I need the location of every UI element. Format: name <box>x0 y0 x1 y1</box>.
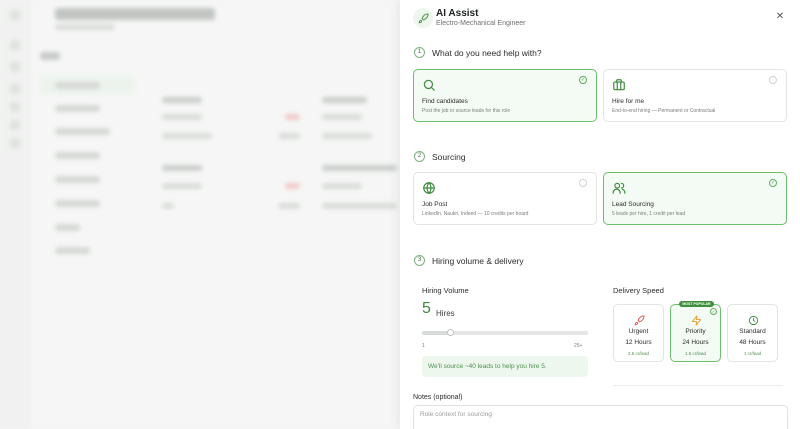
speed-hours: 48 Hours <box>739 339 766 346</box>
speed-option-urgent[interactable]: Urgent 12 Hours 2.5 cr/lead <box>613 304 664 362</box>
option-job-post[interactable]: Job Post LinkedIn, Naukri, Indeed — 10 c… <box>413 172 597 225</box>
zap-icon <box>691 313 702 326</box>
option-hire-for-me[interactable]: Hire for me End-to-end hiring — Permanen… <box>603 69 787 122</box>
sourcing-estimate-note: We'll source ~40 leads to help you hire … <box>422 356 588 377</box>
speed-option-priority[interactable]: MOST POPULAR ✓ Priority 24 Hours 1.5 cr/… <box>670 301 721 362</box>
search-icon <box>422 78 436 92</box>
briefcase-icon <box>612 78 626 92</box>
slider-handle[interactable] <box>446 329 454 336</box>
option-find-candidates[interactable]: Find candidates Post the job or source l… <box>413 69 597 122</box>
step-number: 3 <box>414 255 425 266</box>
delivery-speed-label: Delivery Speed <box>613 286 664 295</box>
step-3-header: 3 Hiring volume & delivery <box>414 255 524 266</box>
check-icon: ✓ <box>769 179 777 187</box>
step-2-header: 2 Sourcing <box>414 151 466 162</box>
ai-assist-panel: AI Assist Electro-Mechanical Engineer ✕ … <box>400 0 800 429</box>
option-lead-sourcing[interactable]: Lead Sourcing 5 leads per hire, 1 credit… <box>603 172 787 225</box>
close-icon[interactable]: ✕ <box>774 11 786 23</box>
speed-credits: 1 cr/lead <box>743 351 762 356</box>
step-label: Sourcing <box>432 151 466 162</box>
step-1-header: 1 What do you need help with? <box>414 47 542 58</box>
background-rail <box>0 0 30 429</box>
rocket-icon <box>634 313 645 326</box>
clock-icon <box>748 313 759 326</box>
slider-min-label: 1 <box>422 343 425 349</box>
option-description: LinkedIn, Naukri, Indeed — 10 credits pe… <box>422 211 529 217</box>
option-description: Post the job or source leads for this ro… <box>422 108 511 114</box>
globe-icon <box>422 181 436 195</box>
slider-fill <box>422 331 451 335</box>
speed-hours: 24 Hours <box>682 339 709 346</box>
speed-name: Priority <box>685 328 706 335</box>
check-icon: ✓ <box>579 76 587 84</box>
speed-name: Urgent <box>628 328 649 335</box>
speed-hours: 12 Hours <box>625 339 652 346</box>
notes-label: Notes (optional) <box>413 394 463 401</box>
option-title: Job Post <box>422 201 448 208</box>
speed-credits: 2.5 cr/lead <box>627 351 649 356</box>
step-number: 1 <box>414 47 425 58</box>
speed-option-standard[interactable]: Standard 48 Hours 1 cr/lead <box>727 304 778 362</box>
step-label: Hiring volume & delivery <box>432 255 524 266</box>
speed-name: Standard <box>739 328 766 335</box>
panel-title: AI Assist <box>436 8 479 19</box>
sparkle-icon <box>413 8 433 28</box>
slider-max-label: 25+ <box>574 343 583 349</box>
hires-unit: Hires <box>436 309 455 318</box>
step-number: 2 <box>414 151 425 162</box>
hiring-volume-slider[interactable] <box>422 329 588 336</box>
panel-subtitle: Electro-Mechanical Engineer <box>436 20 526 27</box>
option-description: End-to-end hiring — Permanent or Contrac… <box>612 108 716 114</box>
users-icon <box>612 181 626 195</box>
notes-input[interactable] <box>413 405 788 429</box>
hiring-volume-label: Hiring Volume <box>422 286 469 295</box>
hires-count: 5 <box>422 300 431 317</box>
option-title: Find candidates <box>422 98 468 105</box>
divider <box>613 385 783 386</box>
radio-empty <box>579 179 587 187</box>
option-title: Lead Sourcing <box>612 201 654 208</box>
option-title: Hire for me <box>612 98 645 105</box>
check-icon: ✓ <box>710 308 717 315</box>
background-page <box>0 0 400 429</box>
step-label: What do you need help with? <box>432 47 542 58</box>
option-description: 5 leads per hire, 1 credit per lead <box>612 211 686 217</box>
radio-empty <box>769 76 777 84</box>
most-popular-badge: MOST POPULAR <box>679 301 714 307</box>
speed-credits: 1.5 cr/lead <box>684 351 706 356</box>
